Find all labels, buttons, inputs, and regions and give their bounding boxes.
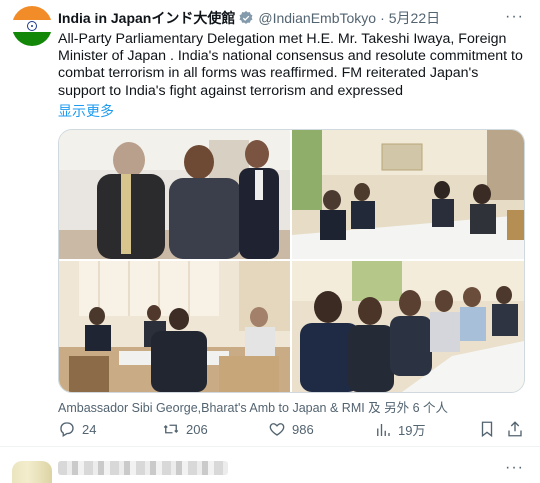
author-handle[interactable]: @IndianEmbTokyo <box>258 10 376 26</box>
tweet-text: All-Party Parliamentary Delegation met H… <box>58 31 523 99</box>
verified-badge-icon <box>238 10 254 26</box>
bookmark-icon <box>478 420 496 438</box>
reply-count: 24 <box>82 421 97 437</box>
action-bar: 24 206 986 19万 <box>58 420 528 440</box>
next-tweet[interactable]: ··· <box>0 447 540 483</box>
like-icon <box>268 420 286 438</box>
reply-button[interactable]: 24 <box>58 420 96 438</box>
avatar[interactable] <box>12 6 52 46</box>
tweet[interactable]: India in Japanインド大使館 @IndianEmbTokyo · 5… <box>0 0 540 447</box>
photo-tag-caption[interactable]: Ambassador Sibi George,Bharat's Amb to J… <box>58 397 448 416</box>
like-count: 986 <box>292 421 314 437</box>
blurred-avatar <box>12 461 52 483</box>
share-icon <box>506 420 524 438</box>
more-options-icon[interactable]: ··· <box>505 459 524 477</box>
photo-grid <box>58 129 525 393</box>
views-count: 19万 <box>398 423 426 438</box>
repost-count: 206 <box>186 421 208 437</box>
repost-icon <box>162 420 180 438</box>
tweet-header: India in Japanインド大使館 @IndianEmbTokyo · 5… <box>58 9 440 27</box>
share-button[interactable] <box>506 420 524 438</box>
more-options-icon[interactable]: ··· <box>505 8 524 26</box>
photo-3[interactable] <box>59 261 290 392</box>
views-icon <box>374 421 392 439</box>
photo-2[interactable] <box>292 130 524 259</box>
author-name[interactable]: India in Japanインド大使館 <box>58 8 235 28</box>
separator-dot: · <box>380 10 385 26</box>
photo-4[interactable] <box>292 261 524 392</box>
reply-icon <box>58 420 76 438</box>
tweet-date[interactable]: 5月22日 <box>389 8 440 28</box>
photo-1[interactable] <box>59 130 290 259</box>
like-button[interactable]: 986 <box>268 420 314 438</box>
repost-button[interactable]: 206 <box>162 420 208 438</box>
india-flag-icon <box>12 6 52 46</box>
blurred-author-name <box>58 461 228 475</box>
views-button[interactable]: 19万 <box>374 420 425 439</box>
bookmark-button[interactable] <box>478 420 496 438</box>
show-more-link[interactable]: 显示更多 <box>58 101 114 121</box>
